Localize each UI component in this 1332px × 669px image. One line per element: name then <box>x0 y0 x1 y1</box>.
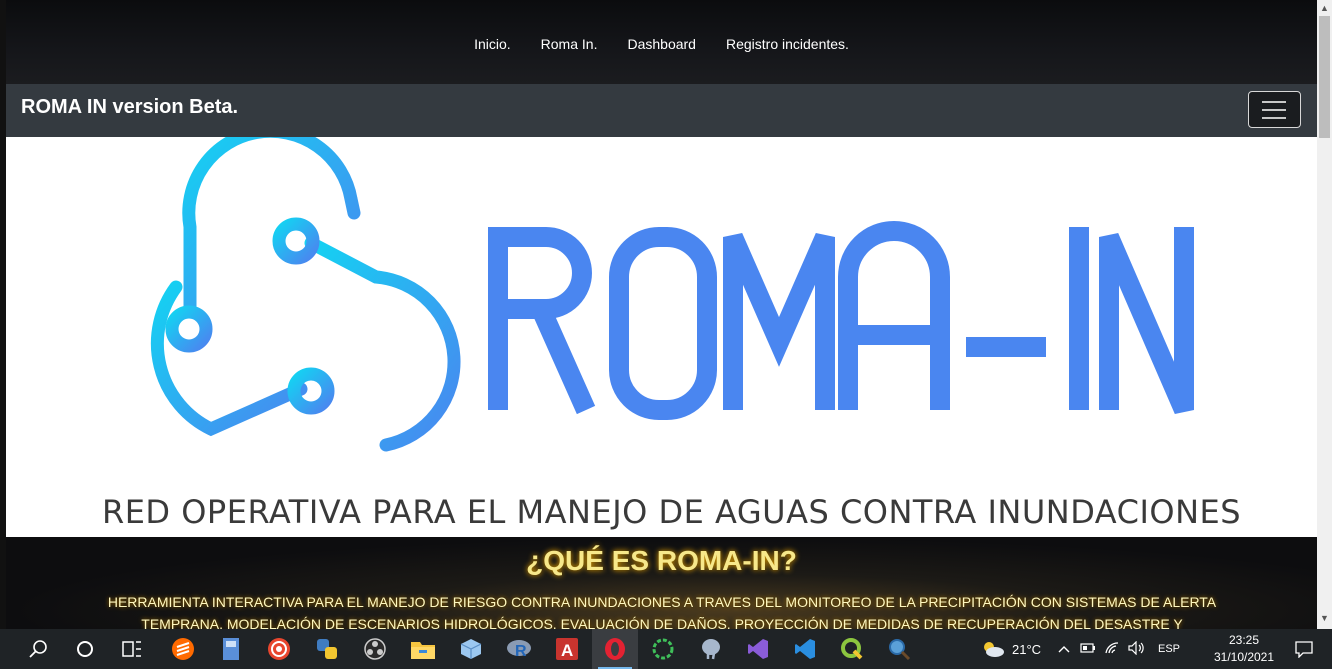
sublime-icon[interactable] <box>160 629 206 669</box>
access-icon[interactable]: A <box>544 629 590 669</box>
show-hidden-icons-chevron-icon[interactable] <box>1058 642 1070 656</box>
r-icon[interactable]: R <box>496 629 542 669</box>
task-view-icon[interactable] <box>109 629 155 669</box>
browser-viewport: Inicio. Roma In. Dashboard Registro inci… <box>6 0 1317 629</box>
input-language[interactable]: ESP <box>1158 643 1180 655</box>
clock-date: 31/10/2021 <box>1213 650 1275 664</box>
search-app-icon[interactable] <box>876 629 922 669</box>
file-explorer-icon[interactable] <box>400 629 446 669</box>
qgis-icon[interactable] <box>829 629 875 669</box>
scroll-up-arrow-icon[interactable]: ▲ <box>1320 3 1329 13</box>
battery-icon[interactable] <box>1080 642 1096 656</box>
vertical-scrollbar[interactable]: ▲ ▼ <box>1317 0 1332 629</box>
wifi-icon[interactable] <box>1104 641 1120 658</box>
obs-icon[interactable] <box>352 629 398 669</box>
logo-wordmark <box>488 221 1194 420</box>
brand-navbar: ROMA IN version Beta. <box>6 84 1317 137</box>
cloud-sun-icon <box>984 642 1004 657</box>
logo-symbol <box>150 137 461 452</box>
file-app-icon[interactable] <box>208 629 254 669</box>
system-clock[interactable]: 23:25 31/10/2021 <box>1206 632 1282 666</box>
nav-link-dashboard[interactable]: Dashboard <box>627 36 696 52</box>
search-icon[interactable] <box>15 629 61 669</box>
svg-text:R: R <box>515 643 527 660</box>
navbar-toggle-button[interactable] <box>1248 91 1301 128</box>
top-navigation: Inicio. Roma In. Dashboard Registro inci… <box>6 0 1317 84</box>
notifications-icon[interactable] <box>1284 629 1324 669</box>
vscode-icon[interactable] <box>782 629 828 669</box>
scrollbar-thumb[interactable] <box>1319 16 1330 138</box>
nav-link-registro-incidentes[interactable]: Registro incidentes. <box>726 36 849 52</box>
nav-link-roma-in[interactable]: Roma In. <box>541 36 598 52</box>
python-icon[interactable] <box>304 629 350 669</box>
roma-in-logo <box>150 137 1194 452</box>
postgres-icon[interactable] <box>688 629 734 669</box>
about-line-2: TEMPRANA, MODELACIÓN DE ESCENARIOS HIDRO… <box>141 616 1183 629</box>
clock-time: 23:25 <box>1228 633 1260 647</box>
weather-widget[interactable]: 21°C <box>980 629 1041 669</box>
hero-banner: RED OPERATIVA PARA EL MANEJO DE AGUAS CO… <box>6 137 1317 537</box>
visual-studio-icon[interactable] <box>735 629 781 669</box>
box-app-icon[interactable] <box>448 629 494 669</box>
target-app-icon[interactable] <box>256 629 302 669</box>
weather-temperature: 21°C <box>1012 641 1042 657</box>
windows-taskbar: R A 21°C ESP 23:25 31/10/2021 <box>0 629 1332 669</box>
volume-icon[interactable] <box>1128 640 1146 658</box>
cortana-icon[interactable] <box>62 629 108 669</box>
scroll-down-arrow-icon[interactable]: ▼ <box>1320 613 1329 623</box>
nav-link-inicio[interactable]: Inicio. <box>474 36 511 52</box>
hero-tagline: RED OPERATIVA PARA EL MANEJO DE AGUAS CO… <box>101 493 1242 531</box>
brand-title[interactable]: ROMA IN version Beta. <box>21 96 238 119</box>
tray-icons: ESP <box>1058 629 1180 669</box>
sync-app-icon[interactable] <box>640 629 686 669</box>
about-description: HERRAMIENTA INTERACTIVA PARA EL MANEJO D… <box>106 591 1218 629</box>
about-title: ¿QUÉ ES ROMA-IN? <box>526 545 797 576</box>
opera-icon[interactable] <box>592 629 638 669</box>
svg-text:A: A <box>561 641 573 660</box>
about-line-1: HERRAMIENTA INTERACTIVA PARA EL MANEJO D… <box>107 594 1217 610</box>
about-section: ¿QUÉ ES ROMA-IN? HERRAMIENTA INTERACTIVA… <box>6 537 1317 629</box>
hamburger-icon <box>1262 101 1286 103</box>
